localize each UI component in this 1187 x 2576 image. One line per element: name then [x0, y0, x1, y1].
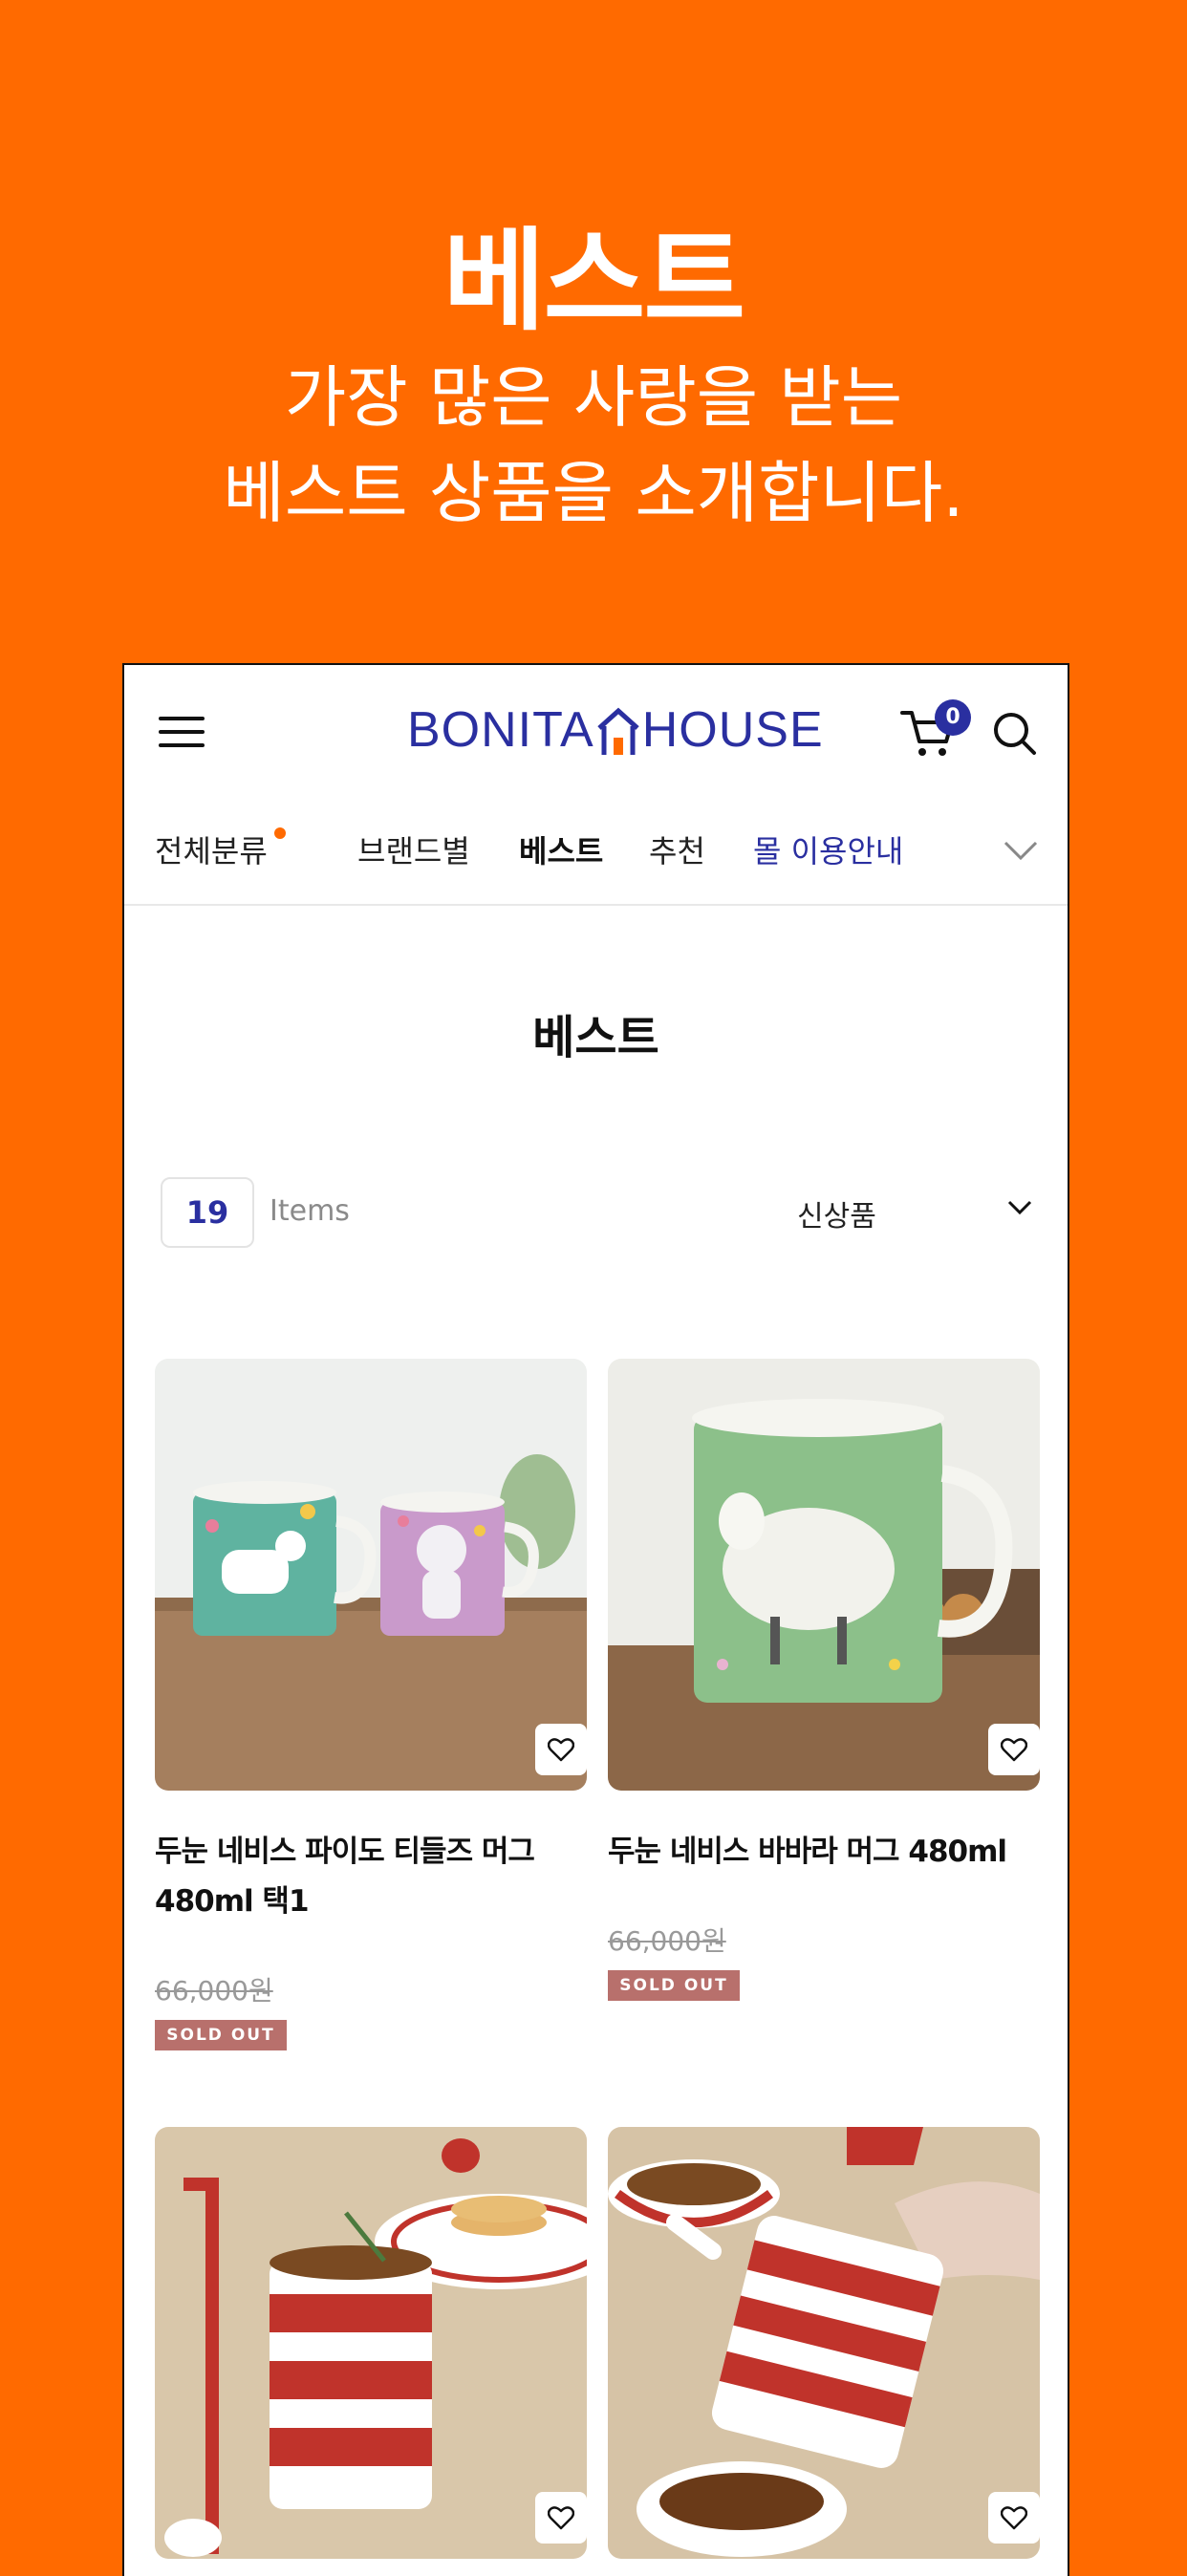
item-count-label: Items — [270, 1194, 350, 1228]
product-card[interactable]: 두눈 네비스 파이도 티들즈 머그 480ml 택1 66,000원 SOLD … — [155, 1359, 587, 2085]
product-image[interactable] — [155, 1359, 587, 1791]
heart-icon — [548, 2506, 574, 2530]
product-image[interactable] — [608, 2127, 1040, 2559]
sort-selected-value: 신상품 — [797, 1200, 876, 1234]
page-title: 베스트 — [532, 1011, 659, 1064]
promo-subtitle-line1: 가장 많은 사랑을 받는 — [284, 358, 903, 437]
product-price: 66,000원 — [155, 1975, 273, 2007]
nav-item-all-categories[interactable]: 전체분류 — [155, 827, 268, 871]
promo-title: 베스트 — [442, 217, 745, 346]
logo-text-right: HOUSE — [641, 702, 824, 758]
product-card[interactable]: 두눈 네비스 바바라 머그 480ml 66,000원 SOLD OUT — [608, 1359, 1040, 2028]
heart-icon — [1001, 1738, 1027, 1762]
logo[interactable]: BONITA HOUSE — [407, 701, 824, 759]
logo-text-left: BONITA — [407, 702, 594, 758]
product-name[interactable]: 두눈 네비스 바바라 머그 480ml — [608, 1827, 1040, 1877]
product-name[interactable]: 두눈 네비스 파이도 티들즈 머그 480ml 택1 — [155, 1827, 587, 1926]
heart-icon — [548, 1738, 574, 1762]
product-image[interactable] — [608, 1359, 1040, 1791]
product-card[interactable] — [608, 2127, 1040, 2566]
product-card[interactable] — [155, 2127, 587, 2566]
wishlist-button[interactable] — [535, 1724, 587, 1775]
nav-item-best[interactable]: 베스트 — [519, 827, 603, 871]
search-icon[interactable] — [990, 709, 1040, 759]
promo-subtitle: 가장 많은 사랑을 받는 베스트 상품을 소개합니다. — [0, 350, 1187, 541]
chevron-down-icon[interactable] — [1002, 839, 1040, 862]
heart-icon — [1001, 2506, 1027, 2530]
nav-item-recommended[interactable]: 추천 — [649, 827, 705, 871]
cart-count-badge: 0 — [935, 699, 971, 736]
sold-out-badge: SOLD OUT — [155, 2020, 287, 2050]
app-screen: BONITA HOUSE 0 전체분류 브랜드별 베스트 추천 몰 이용안내 베… — [122, 663, 1069, 2576]
menu-icon[interactable] — [159, 715, 206, 749]
nav-item-mall-guide[interactable]: 몰 이용안내 — [753, 827, 903, 871]
top-bar: BONITA HOUSE 0 — [124, 665, 1068, 799]
nav-new-dot — [274, 827, 286, 839]
logo-house-icon — [596, 705, 640, 759]
sort-dropdown[interactable]: 신상품 — [797, 1187, 1034, 1234]
product-price: 66,000원 — [608, 1925, 726, 1957]
category-nav: 전체분류 브랜드별 베스트 추천 몰 이용안내 — [124, 808, 1068, 906]
sold-out-badge: SOLD OUT — [608, 1970, 740, 2001]
nav-item-brands[interactable]: 브랜드별 — [357, 827, 470, 871]
product-image[interactable] — [155, 2127, 587, 2559]
promo-subtitle-line2: 베스트 상품을 소개합니다. — [223, 454, 964, 532]
wishlist-button[interactable] — [988, 1724, 1040, 1775]
wishlist-button[interactable] — [988, 2492, 1040, 2544]
chevron-down-icon — [1005, 1198, 1034, 1217]
wishlist-button[interactable] — [535, 2492, 587, 2544]
item-count: 19 — [161, 1177, 254, 1248]
